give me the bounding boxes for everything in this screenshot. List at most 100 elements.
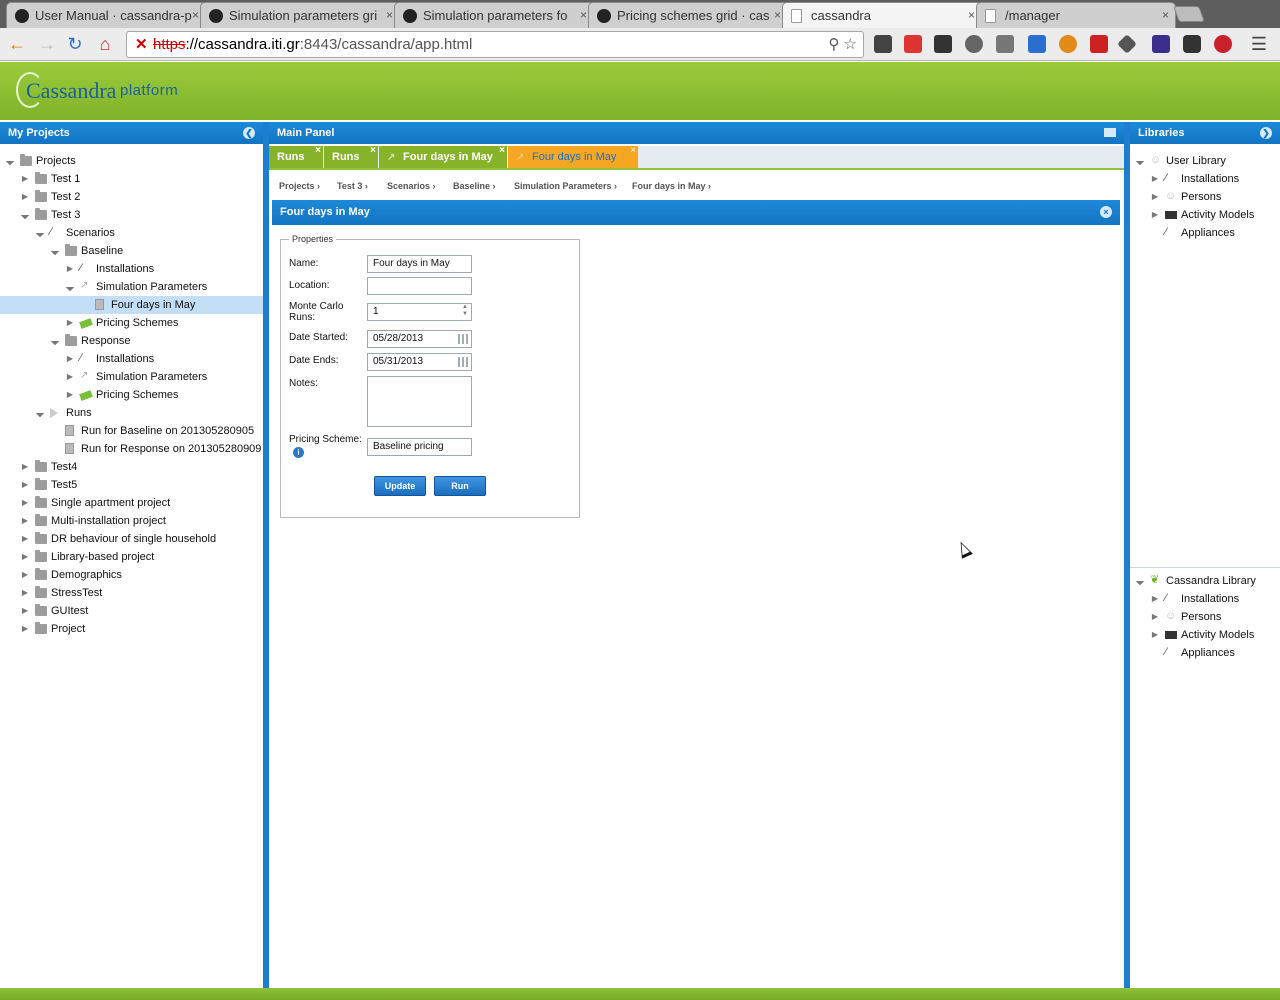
left-splitter[interactable]: [263, 122, 269, 988]
tree-item[interactable]: ▶ Demographics: [6, 566, 263, 584]
tab-four-days-in-may[interactable]: ↗ Four days in May ×: [379, 145, 507, 168]
tree-item[interactable]: ▶ Library-based project: [6, 548, 263, 566]
right-splitter[interactable]: [1124, 122, 1130, 988]
tree-item[interactable]: ▶ Multi-installation project: [6, 512, 263, 530]
tree-item[interactable]: ◢ ❦ Cassandra Library: [1135, 572, 1280, 590]
expand-right-icon[interactable]: ▶: [66, 386, 74, 404]
update-button[interactable]: Update: [374, 476, 426, 496]
close-tab-icon[interactable]: ×: [968, 3, 975, 28]
location-field[interactable]: [367, 277, 472, 295]
pocket-icon[interactable]: [1183, 35, 1201, 53]
tab-runs[interactable]: Runs ×: [324, 145, 378, 168]
calendar-icon[interactable]: [458, 334, 469, 344]
tree-item[interactable]: ▶ Activity Models: [1136, 206, 1280, 224]
browser-tab[interactable]: /manager ×: [976, 2, 1176, 28]
close-tab-icon[interactable]: ×: [499, 140, 505, 162]
close-tab-icon[interactable]: ×: [192, 3, 199, 28]
breadcrumb-item[interactable]: Projects ›: [279, 181, 320, 191]
expand-right-icon[interactable]: ▶: [1151, 206, 1159, 224]
expand-right-icon[interactable]: ▶: [1151, 590, 1159, 608]
tree-item[interactable]: ▶ Test5: [6, 476, 263, 494]
expand-right-icon[interactable]: ▶: [21, 476, 29, 494]
tree-item[interactable]: ▶ Test4: [6, 458, 263, 476]
expand-down-icon[interactable]: ◢: [46, 242, 64, 260]
expand-right-icon[interactable]: ▶: [21, 170, 29, 188]
tree-item[interactable]: ▶ ∕ Installations: [1136, 590, 1280, 608]
tree-item[interactable]: Four days in May: [0, 296, 263, 314]
close-tab-icon[interactable]: ×: [370, 140, 376, 162]
bug-icon[interactable]: [965, 35, 983, 53]
expand-down-icon[interactable]: ◢: [1131, 152, 1149, 170]
expand-right-icon[interactable]: ▶: [1151, 170, 1159, 188]
collapse-right-icon[interactable]: ❯: [1260, 127, 1272, 139]
tab-four-days-in-may-active[interactable]: ↗ Four days in May ×: [508, 145, 638, 168]
expand-right-icon[interactable]: ▶: [1151, 188, 1159, 206]
tree-item[interactable]: ▶ Pricing Schemes: [6, 386, 263, 404]
close-tab-icon[interactable]: ×: [774, 3, 781, 28]
notes-textarea[interactable]: [367, 376, 472, 427]
calendar-icon[interactable]: [458, 357, 469, 367]
info-icon[interactable]: i: [293, 447, 304, 458]
bookmark-star-icon[interactable]: ☆: [844, 36, 857, 53]
pricing-scheme-field[interactable]: Baseline pricing: [367, 438, 472, 456]
extension-icon[interactable]: [1059, 35, 1077, 53]
tree-item[interactable]: ▶ Test 2: [6, 188, 263, 206]
tree-item[interactable]: Run for Baseline on 201305280905: [6, 422, 263, 440]
tree-item[interactable]: ∕ Appliances: [1136, 644, 1280, 662]
expand-down-icon[interactable]: ◢: [61, 278, 79, 296]
breadcrumb-item[interactable]: Scenarios ›: [387, 181, 436, 191]
browser-tab[interactable]: Pricing schemes grid · cas ×: [588, 2, 788, 28]
tree-item[interactable]: ▶ ☺ Persons: [1136, 188, 1280, 206]
close-tab-icon[interactable]: ×: [315, 140, 321, 162]
tree-item[interactable]: ◢ Projects: [5, 152, 263, 170]
tree-item[interactable]: ∕ Appliances: [1136, 224, 1280, 242]
collapse-left-icon[interactable]: ❮: [243, 127, 255, 139]
menu-icon[interactable]: ☰: [1248, 34, 1270, 54]
close-tab-icon[interactable]: ×: [580, 3, 587, 28]
google-plus-icon[interactable]: [904, 35, 922, 53]
extension-icon[interactable]: [1028, 35, 1046, 53]
expand-down-icon[interactable]: ◢: [1, 152, 19, 170]
pinterest-icon[interactable]: [1214, 35, 1232, 53]
expand-right-icon[interactable]: ▶: [21, 620, 29, 638]
tree-item[interactable]: ▶ ∕ Installations: [6, 350, 263, 368]
tree-item[interactable]: Run for Response on 201305280909: [6, 440, 263, 458]
tree-item[interactable]: ▶ ∕ Installations: [6, 260, 263, 278]
tree-item[interactable]: ▶ Activity Models: [1136, 626, 1280, 644]
breadcrumb-item[interactable]: Test 3 ›: [337, 181, 368, 191]
expand-right-icon[interactable]: ▶: [21, 548, 29, 566]
extension-icon[interactable]: [874, 35, 892, 53]
name-field[interactable]: Four days in May: [367, 255, 472, 273]
tree-item[interactable]: ◢ Baseline: [6, 242, 263, 260]
tree-item[interactable]: ▶ StressTest: [6, 584, 263, 602]
expand-down-icon[interactable]: ◢: [31, 404, 49, 422]
date-ends-field[interactable]: 05/31/2013: [367, 353, 472, 371]
expand-down-icon[interactable]: ◢: [1131, 572, 1149, 590]
tab-runs[interactable]: Runs ×: [269, 145, 323, 168]
tree-item[interactable]: ◢ ↗ Simulation Parameters: [6, 278, 263, 296]
browser-tab[interactable]: cassandra ×: [782, 2, 982, 28]
tree-item[interactable]: ▶ Single apartment project: [6, 494, 263, 512]
expand-right-icon[interactable]: ▶: [66, 314, 74, 332]
tree-item[interactable]: ▶ Pricing Schemes: [6, 314, 263, 332]
date-started-field[interactable]: 05/28/2013: [367, 330, 472, 348]
back-icon[interactable]: ←: [6, 34, 28, 54]
tree-item[interactable]: ▶ GUItest: [6, 602, 263, 620]
expand-right-icon[interactable]: ▶: [1151, 626, 1159, 644]
eyedropper-icon[interactable]: [996, 35, 1014, 53]
maximize-icon[interactable]: [1104, 128, 1116, 137]
run-button[interactable]: Run: [434, 476, 486, 496]
expand-right-icon[interactable]: ▶: [1151, 608, 1159, 626]
expand-right-icon[interactable]: ▶: [66, 368, 74, 386]
close-icon[interactable]: ×: [1100, 206, 1112, 218]
expand-right-icon[interactable]: ▶: [21, 458, 29, 476]
close-tab-icon[interactable]: ×: [386, 3, 393, 28]
tree-item[interactable]: ▶ Project: [6, 620, 263, 638]
browser-tab[interactable]: Simulation parameters fo ×: [394, 2, 594, 28]
close-tab-icon[interactable]: ×: [630, 140, 636, 162]
expand-right-icon[interactable]: ▶: [21, 530, 29, 548]
address-bar[interactable]: ✕ https://cassandra.iti.gr:8443/cassandr…: [126, 31, 864, 58]
breadcrumb-item[interactable]: Baseline ›: [453, 181, 496, 191]
forward-icon[interactable]: →: [36, 34, 58, 54]
tree-item[interactable]: ◢ Test 3: [6, 206, 263, 224]
